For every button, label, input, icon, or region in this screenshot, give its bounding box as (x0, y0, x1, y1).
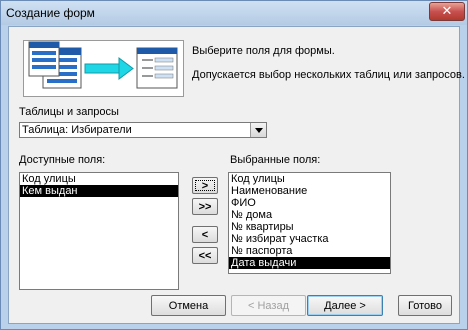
list-item[interactable]: ФИО (229, 197, 390, 209)
remove-field-label: < (201, 228, 209, 241)
source-label: Таблицы и запросы (19, 106, 119, 118)
list-item[interactable]: Код улицы (20, 173, 178, 185)
finish-button[interactable]: Готово (398, 295, 452, 316)
list-item[interactable]: Код улицы (229, 173, 390, 185)
source-combobox[interactable]: Таблица: Избиратели (19, 122, 267, 138)
selected-fields-list[interactable]: Код улицы Наименование ФИО № дома № квартиры… (228, 172, 391, 274)
window-title: Создание форм (6, 6, 95, 20)
remove-all-fields-label: << (198, 249, 212, 262)
add-field-button[interactable]: > (192, 177, 218, 194)
list-item[interactable]: № избират участка (229, 233, 390, 245)
back-button[interactable]: < Назад (231, 295, 306, 316)
add-field-label: > (201, 179, 209, 192)
list-item[interactable]: Дата выдачи (229, 257, 390, 269)
cancel-button[interactable]: Отмена (151, 295, 226, 316)
chevron-down-icon (254, 127, 263, 133)
selected-fields-label: Выбранные поля: (230, 154, 321, 166)
wizard-body: Выберите поля для формы. Допускается выб… (8, 26, 465, 324)
available-fields-list[interactable]: Код улицы Кем выдан (19, 172, 179, 290)
add-all-fields-label: >> (198, 200, 212, 213)
finish-label: Готово (408, 299, 442, 312)
back-label: < Назад (248, 299, 289, 312)
list-item[interactable]: № квартиры (229, 221, 390, 233)
list-item[interactable]: № дома (229, 209, 390, 221)
instruction-text: Выберите поля для формы. (192, 45, 335, 57)
next-label: Далее > (324, 299, 366, 312)
hint-text: Допускается выбор нескольких таблиц или … (192, 69, 465, 81)
dropdown-button[interactable] (250, 123, 266, 137)
cancel-label: Отмена (168, 299, 209, 312)
form-icon (136, 47, 178, 89)
available-fields-label: Доступные поля: (19, 154, 106, 166)
wizard-illustration (23, 40, 184, 97)
form-wizard-window: Создание форм ✕ Выберите поля для формы.… (0, 0, 468, 330)
close-icon: ✕ (441, 4, 453, 19)
remove-all-fields-button[interactable]: << (192, 247, 218, 264)
source-combobox-value: Таблица: Избиратели (22, 124, 132, 136)
close-button[interactable]: ✕ (429, 2, 465, 21)
title-bar[interactable]: Создание форм ✕ (1, 1, 467, 25)
add-all-fields-button[interactable]: >> (192, 198, 218, 215)
list-item[interactable]: Наименование (229, 185, 390, 197)
next-button[interactable]: Далее > (307, 295, 383, 316)
list-item[interactable]: Кем выдан (20, 185, 178, 197)
list-item[interactable]: № паспорта (229, 245, 390, 257)
remove-field-button[interactable]: < (192, 226, 218, 243)
